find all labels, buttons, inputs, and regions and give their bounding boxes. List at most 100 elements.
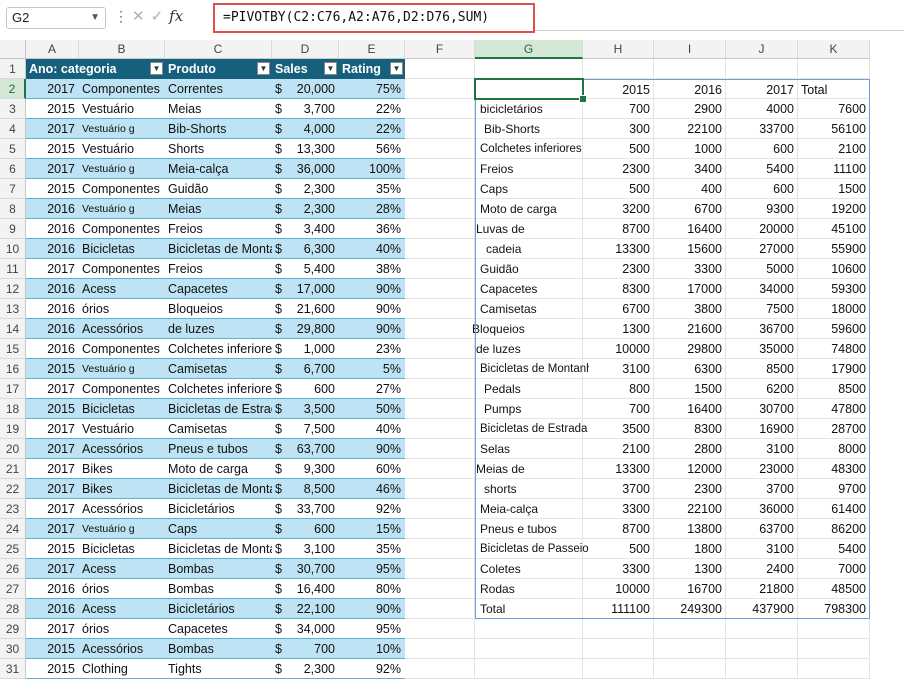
sales-cell[interactable]: $5,400 bbox=[272, 259, 339, 279]
year-cell[interactable]: 2015 bbox=[26, 179, 79, 199]
category-cell[interactable]: Vestuário g bbox=[79, 119, 165, 139]
category-cell[interactable]: Componentes bbox=[79, 179, 165, 199]
column-header[interactable]: E bbox=[339, 40, 405, 59]
column-header[interactable]: C bbox=[165, 40, 272, 59]
grid-cell[interactable] bbox=[475, 59, 583, 79]
category-cell[interactable]: Vestuário bbox=[79, 419, 165, 439]
rating-cell[interactable]: 22% bbox=[339, 99, 405, 119]
row-header[interactable]: 27 bbox=[0, 579, 26, 599]
row-header[interactable]: 6 bbox=[0, 159, 26, 179]
sales-cell[interactable]: $30,700 bbox=[272, 559, 339, 579]
year-cell[interactable]: 2016 bbox=[26, 319, 79, 339]
grid-cell[interactable] bbox=[583, 659, 654, 679]
sales-cell[interactable]: $36,000 bbox=[272, 159, 339, 179]
grid-cell[interactable] bbox=[405, 99, 475, 119]
rating-cell[interactable]: 90% bbox=[339, 319, 405, 339]
row-header[interactable]: 21 bbox=[0, 459, 26, 479]
cancel-icon[interactable]: ✕ bbox=[132, 8, 151, 25]
category-cell[interactable]: Vestuário g bbox=[79, 159, 165, 179]
grid-cell[interactable] bbox=[798, 619, 870, 639]
product-cell[interactable]: Shorts bbox=[165, 139, 272, 159]
rating-cell[interactable]: 40% bbox=[339, 239, 405, 259]
grid-cell[interactable] bbox=[798, 639, 870, 659]
rating-cell[interactable]: 90% bbox=[339, 599, 405, 619]
year-cell[interactable]: 2015 bbox=[26, 99, 79, 119]
row-header[interactable]: 24 bbox=[0, 519, 26, 539]
row-header[interactable]: 8 bbox=[0, 199, 26, 219]
category-cell[interactable]: Vestuário g bbox=[79, 199, 165, 219]
grid-cell[interactable] bbox=[654, 639, 726, 659]
category-cell[interactable]: Acessórios bbox=[79, 499, 165, 519]
grid-cell[interactable] bbox=[405, 419, 475, 439]
row-header[interactable]: 14 bbox=[0, 319, 26, 339]
product-cell[interactable]: Bloqueios bbox=[165, 299, 272, 319]
row-header[interactable]: 16 bbox=[0, 359, 26, 379]
rating-cell[interactable]: 92% bbox=[339, 499, 405, 519]
sales-cell[interactable]: $29,800 bbox=[272, 319, 339, 339]
filter-dropdown-icon[interactable]: ▼ bbox=[150, 62, 163, 75]
category-cell[interactable]: Componentes bbox=[79, 339, 165, 359]
active-cell-selection[interactable] bbox=[474, 78, 584, 100]
sales-cell[interactable]: $4,000 bbox=[272, 119, 339, 139]
product-cell[interactable]: Bicicletas de Montanha bbox=[165, 479, 272, 499]
sales-cell[interactable]: $3,100 bbox=[272, 539, 339, 559]
rating-cell[interactable]: 5% bbox=[339, 359, 405, 379]
year-cell[interactable]: 2016 bbox=[26, 339, 79, 359]
sales-cell[interactable]: $600 bbox=[272, 379, 339, 399]
name-box[interactable]: G2 ▼ bbox=[6, 7, 106, 29]
product-cell[interactable]: Camisetas bbox=[165, 419, 272, 439]
product-cell[interactable]: Bombas bbox=[165, 639, 272, 659]
row-header[interactable]: 26 bbox=[0, 559, 26, 579]
more-options-icon[interactable]: ⋮ bbox=[114, 8, 128, 25]
year-cell[interactable]: 2016 bbox=[26, 239, 79, 259]
sales-cell[interactable]: $33,700 bbox=[272, 499, 339, 519]
grid-cell[interactable] bbox=[405, 519, 475, 539]
row-header[interactable]: 20 bbox=[0, 439, 26, 459]
grid-cell[interactable] bbox=[405, 279, 475, 299]
chevron-down-icon[interactable]: ▼ bbox=[90, 8, 100, 28]
rating-cell[interactable]: 36% bbox=[339, 219, 405, 239]
category-cell[interactable]: Bicicletas bbox=[79, 399, 165, 419]
grid-cell[interactable] bbox=[405, 59, 475, 79]
rating-cell[interactable]: 28% bbox=[339, 199, 405, 219]
grid-cell[interactable] bbox=[405, 259, 475, 279]
filter-dropdown-icon[interactable]: ▼ bbox=[324, 62, 337, 75]
year-cell[interactable]: 2016 bbox=[26, 219, 79, 239]
product-cell[interactable]: Bicicletários bbox=[165, 599, 272, 619]
rating-cell[interactable]: 90% bbox=[339, 279, 405, 299]
row-header[interactable]: 15 bbox=[0, 339, 26, 359]
product-cell[interactable]: Freios bbox=[165, 259, 272, 279]
sales-cell[interactable]: $7,500 bbox=[272, 419, 339, 439]
product-cell[interactable]: Bicicletas de Montanha bbox=[165, 239, 272, 259]
category-cell[interactable]: órios bbox=[79, 619, 165, 639]
year-cell[interactable]: 2015 bbox=[26, 359, 79, 379]
insert-function-icon[interactable]: fx bbox=[169, 7, 183, 25]
grid-cell[interactable] bbox=[475, 659, 583, 679]
sales-cell[interactable]: $2,300 bbox=[272, 659, 339, 679]
rating-cell[interactable]: 27% bbox=[339, 379, 405, 399]
product-cell[interactable]: Camisetas bbox=[165, 359, 272, 379]
product-cell[interactable]: de luzes bbox=[165, 319, 272, 339]
sales-cell[interactable]: $3,400 bbox=[272, 219, 339, 239]
grid-cell[interactable] bbox=[726, 59, 798, 79]
row-header[interactable]: 23 bbox=[0, 499, 26, 519]
sales-cell[interactable]: $6,700 bbox=[272, 359, 339, 379]
grid-cell[interactable] bbox=[405, 559, 475, 579]
grid-cell[interactable] bbox=[405, 159, 475, 179]
rating-cell[interactable]: 23% bbox=[339, 339, 405, 359]
grid-cell[interactable] bbox=[654, 619, 726, 639]
product-cell[interactable]: Moto de carga bbox=[165, 459, 272, 479]
sales-cell[interactable]: $1,000 bbox=[272, 339, 339, 359]
category-cell[interactable]: Acessórios bbox=[79, 439, 165, 459]
rating-cell[interactable]: 38% bbox=[339, 259, 405, 279]
category-cell[interactable]: Acessórios bbox=[79, 639, 165, 659]
year-cell[interactable]: 2017 bbox=[26, 479, 79, 499]
year-cell[interactable]: 2017 bbox=[26, 619, 79, 639]
product-cell[interactable]: Capacetes bbox=[165, 279, 272, 299]
grid-cell[interactable] bbox=[405, 79, 475, 99]
year-cell[interactable]: 2017 bbox=[26, 519, 79, 539]
row-header[interactable]: 25 bbox=[0, 539, 26, 559]
table-header-cell[interactable]: Sales ▼ bbox=[272, 59, 339, 79]
product-cell[interactable]: Bicicletas de Montanha bbox=[165, 539, 272, 559]
year-cell[interactable]: 2017 bbox=[26, 559, 79, 579]
